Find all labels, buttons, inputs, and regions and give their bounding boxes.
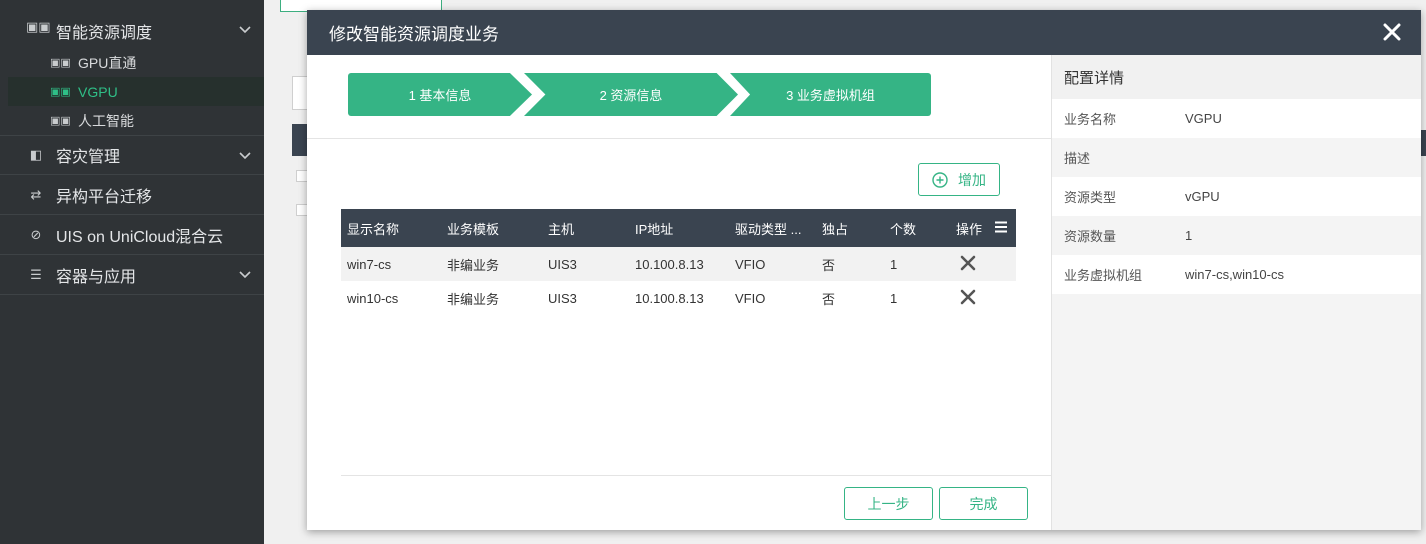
detail-value: VGPU [1185,111,1222,126]
detail-key: 业务名称 [1064,112,1117,127]
cell-exclusive: 否 [822,257,836,273]
cell-driver: VFIO [735,290,766,306]
details-title: 配置详情 [1052,55,1421,99]
cell-ip: 10.100.8.13 [635,290,704,306]
dialog-header: 修改智能资源调度业务 [307,10,1421,55]
delete-icon[interactable] [960,289,976,305]
sidebar-item-containers[interactable]: ☰ 容器与应用 [0,255,264,295]
detail-row: 业务虚拟机组 win7-cs,win10-cs [1052,255,1421,294]
sidebar-item-label: 容灾管理 [56,149,121,166]
column-header[interactable]: 显示名称 [341,219,441,238]
column-menu-icon[interactable] [994,221,1008,233]
step-label: 2 资源信息 [599,88,663,103]
sidebar-item-label: UIS on UniCloud混合云 [56,228,224,246]
column-header[interactable]: 业务模板 [441,219,542,238]
background-table-header-right [1421,130,1426,156]
cell-name: win7-cs [347,256,392,272]
sidebar-item-label: VGPU [78,83,118,100]
detail-key: 描述 [1064,151,1091,166]
sidebar-item-hybrid-cloud[interactable]: ⊘ UIS on UniCloud混合云 [0,215,264,255]
step-label: 3 业务虚拟机组 [786,88,875,103]
add-button[interactable]: 增加 [918,163,1000,196]
cell-actions [950,255,1016,274]
sidebar-item-label: GPU直通 [78,54,137,71]
table-row[interactable]: win10-cs 非编业务 UIS3 10.100.8.13 VFIO 否 1 [341,281,1016,315]
wizard-steps: 1 基本信息 2 资源信息 3 业务虚拟机组 [348,73,931,116]
detail-row: 描述 [1052,138,1421,177]
sidebar-item-migration[interactable]: ⇄ 异构平台迁移 [0,175,264,215]
cell-template: 非编业务 [447,257,500,273]
column-header[interactable]: IP地址 [629,219,729,238]
cell-template: 非编业务 [447,291,500,307]
sidebar-item-label: 异构平台迁移 [56,188,153,206]
vm-group-table: 显示名称 业务模板 主机 IP地址 驱动类型 ... 独占 个数 操作 win7… [341,209,1016,315]
sidebar-item-label: 智能资源调度 [56,25,153,42]
detail-row: 资源数量 1 [1052,216,1421,255]
cell-ip: 10.100.8.13 [635,256,704,272]
wizard-pane: 1 基本信息 2 资源信息 3 业务虚拟机组 增加 显示名称 业务模板 主机 I… [307,55,1051,530]
detail-row: 业务名称 VGPU [1052,99,1421,138]
sidebar-item-disaster-recovery[interactable]: ◧ 容灾管理 [0,135,264,175]
detail-row: 资源类型 vGPU [1052,177,1421,216]
close-icon[interactable] [1381,21,1403,43]
divider [341,475,1051,476]
sidebar-item-label: 容器与应用 [56,268,137,286]
step-label: 1 基本信息 [408,88,472,103]
divider [307,138,1051,139]
cell-host: UIS3 [548,290,577,306]
column-header[interactable]: 主机 [542,219,629,238]
chevron-down-icon [239,26,251,34]
finish-button[interactable]: 完成 [939,487,1028,520]
cell-exclusive: 否 [822,291,836,307]
column-header[interactable]: 个数 [884,219,950,238]
detail-value: win7-cs,win10-cs [1185,267,1284,282]
cell-count: 1 [890,256,898,272]
step-resource-info[interactable]: 2 资源信息 [524,73,738,116]
cell-name: win10-cs [347,290,399,306]
cell-count: 1 [890,290,898,306]
gpu-icon: ▣▣ [50,86,71,98]
chevron-down-icon [239,152,251,160]
edit-scheduling-dialog: 修改智能资源调度业务 1 基本信息 2 资源信息 3 业务虚拟机组 增加 显示名… [307,10,1421,530]
table-header: 显示名称 业务模板 主机 IP地址 驱动类型 ... 独占 个数 操作 [341,209,1016,247]
step-vm-group[interactable]: 3 业务虚拟机组 [730,73,931,116]
detail-key: 资源数量 [1064,229,1117,244]
dialog-title: 修改智能资源调度业务 [329,25,499,44]
migration-icon: ⇄ [30,186,42,202]
delete-icon[interactable] [960,255,976,271]
column-header[interactable]: 独占 [816,219,884,238]
gpu-icon: ▣▣ [50,115,71,127]
sidebar: ▣▣ 智能资源调度 ▣▣ GPU直通 ▣▣ VGPU ▣▣ 人工智能 ◧ 容灾管… [0,0,264,544]
container-icon: ☰ [30,266,42,282]
cell-driver: VFIO [735,256,766,272]
step-basic-info[interactable]: 1 基本信息 [348,73,532,116]
sidebar-item-gpu-passthrough[interactable]: ▣▣ GPU直通 [0,48,264,77]
detail-value: vGPU [1185,189,1220,204]
sidebar-item-ai[interactable]: ▣▣ 人工智能 [0,106,264,135]
sidebar-submenu: ▣▣ GPU直通 ▣▣ VGPU ▣▣ 人工智能 ◧ 容灾管理 ⇄ 异构平台迁移… [0,48,264,295]
previous-button[interactable]: 上一步 [844,487,933,520]
cell-actions [950,289,1016,308]
plus-circle-icon [932,171,948,188]
add-button-label: 增加 [958,171,986,188]
gpu-icon: ▣▣ [26,19,51,34]
config-details-panel: 配置详情 业务名称 VGPU 描述 资源类型 vGPU 资源数量 1 业务虚拟机… [1051,55,1421,530]
detail-key: 业务虚拟机组 [1064,268,1143,283]
detail-key: 资源类型 [1064,190,1117,205]
link-icon: ⊘ [30,226,42,242]
sidebar-item-vgpu[interactable]: ▣▣ VGPU [8,77,264,106]
detail-value: 1 [1185,228,1193,243]
disaster-recovery-icon: ◧ [29,147,43,162]
column-header[interactable]: 驱动类型 ... [729,219,816,238]
gpu-icon: ▣▣ [50,57,71,69]
sidebar-item-label: 人工智能 [78,112,134,129]
table-row[interactable]: win7-cs 非编业务 UIS3 10.100.8.13 VFIO 否 1 [341,247,1016,281]
chevron-down-icon [239,271,251,279]
cell-host: UIS3 [548,256,577,272]
